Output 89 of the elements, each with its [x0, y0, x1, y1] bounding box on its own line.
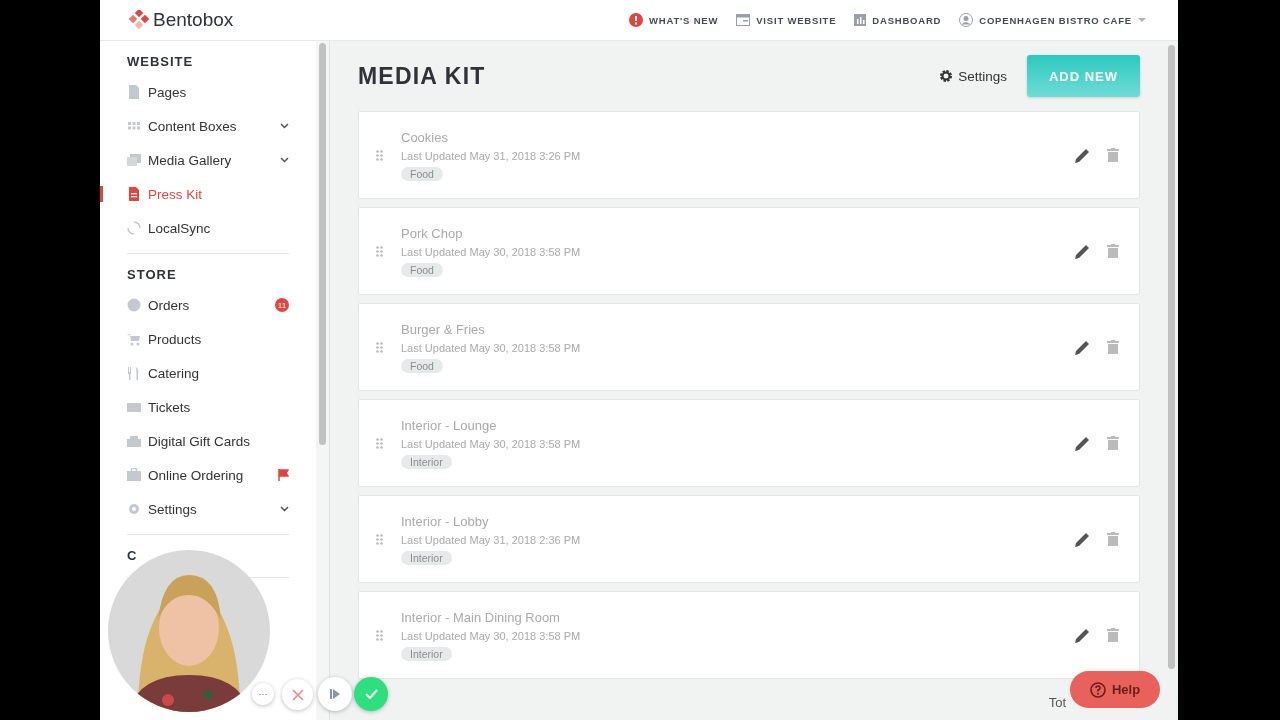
header-link[interactable]: WHAT'S NEW	[629, 13, 719, 27]
updated-date: Last Updated May 30, 2018 3:58 PM	[401, 437, 581, 450]
edit-icon[interactable]	[1075, 243, 1090, 259]
nav-icon	[127, 119, 141, 133]
category-tag: Interior	[401, 454, 452, 469]
sidebar-item[interactable]: Media Gallery	[127, 143, 289, 177]
delete-icon[interactable]	[1107, 244, 1119, 258]
nav-icon	[127, 434, 141, 448]
scrollbar-thumb[interactable]	[1168, 45, 1175, 669]
settings-link[interactable]: Settings	[939, 68, 1007, 84]
play-icon	[329, 688, 341, 700]
nav-icon	[127, 332, 141, 346]
category-tag: Interior	[401, 550, 452, 565]
sidebar-item[interactable]: Settings	[127, 492, 289, 526]
delete-icon[interactable]	[1107, 628, 1119, 642]
card-title: Pork Chop	[401, 225, 463, 241]
nav-icon	[127, 153, 141, 167]
sidebar-item[interactable]: Digital Gift Cards	[127, 424, 289, 458]
delete-icon[interactable]	[1107, 340, 1119, 354]
nav-icon	[127, 187, 141, 201]
nav-icon	[127, 85, 141, 99]
card-title: Interior - Main Dining Room	[401, 609, 560, 625]
drag-handle-icon[interactable]	[376, 437, 383, 449]
edit-icon[interactable]	[1075, 627, 1090, 643]
chevron-icon[interactable]	[280, 123, 289, 129]
settings-icon	[939, 69, 954, 83]
card-title: Interior - Lobby	[401, 513, 489, 529]
section-heading: STORE	[127, 267, 178, 282]
confirm-button[interactable]	[354, 677, 388, 711]
check-icon	[364, 689, 378, 699]
category-tag: Food	[401, 262, 443, 277]
edit-icon[interactable]	[1075, 435, 1090, 451]
close-icon	[291, 688, 304, 701]
caret-icon	[1138, 17, 1146, 23]
edit-icon[interactable]	[1075, 531, 1090, 547]
sidebar-item[interactable]: LocalSync	[127, 211, 289, 245]
drag-handle-icon[interactable]	[376, 629, 383, 641]
nav-icon	[127, 502, 141, 516]
category-tag: Interior	[401, 646, 452, 661]
updated-date: Last Updated May 30, 2018 3:58 PM	[401, 341, 581, 354]
drag-handle-icon[interactable]	[376, 533, 383, 545]
chevron-icon[interactable]	[280, 506, 289, 512]
drag-handle-icon[interactable]	[376, 149, 383, 161]
card-title: Cookies	[401, 129, 448, 145]
chevron-icon[interactable]	[280, 157, 289, 163]
scrollbar-thumb[interactable]	[319, 43, 326, 445]
nav-icon	[127, 366, 141, 380]
help-icon	[1089, 681, 1106, 698]
updated-date: Last Updated May 31, 2018 2:36 PM	[401, 533, 581, 546]
card-title: Interior - Lounge	[401, 417, 497, 433]
nav-icon	[127, 400, 141, 414]
updated-date: Last Updated May 31, 2018 3:26 PM	[401, 149, 581, 162]
delete-icon[interactable]	[1107, 148, 1119, 162]
category-tag: Food	[401, 358, 443, 373]
logo-text: Bentobox	[153, 9, 234, 31]
section-heading: WEBSITE	[127, 54, 195, 69]
nav-icon	[127, 221, 141, 235]
bar-chart-icon	[854, 14, 867, 26]
page-title: MEDIA KIT	[358, 62, 486, 90]
edit-icon[interactable]	[1075, 339, 1090, 355]
browser-icon	[736, 14, 751, 26]
header-link[interactable]: VISIT WEBSITE	[736, 13, 837, 27]
updated-date: Last Updated May 30, 2018 3:58 PM	[401, 245, 581, 258]
alert-icon	[629, 13, 644, 27]
play-button[interactable]	[318, 677, 352, 711]
sidebar-item[interactable]: Content Boxes	[127, 109, 289, 143]
delete-icon[interactable]	[1107, 436, 1119, 450]
header-link[interactable]: COPENHAGEN BISTRO CAFE	[959, 13, 1146, 27]
updated-date: Last Updated May 30, 2018 3:58 PM	[401, 629, 581, 642]
sidebar-item[interactable]: Tickets	[127, 390, 289, 424]
user-icon	[959, 13, 974, 27]
nav-icon	[127, 468, 141, 482]
delete-icon[interactable]	[1107, 532, 1119, 546]
category-tag: Food	[401, 166, 443, 181]
edit-icon[interactable]	[1075, 147, 1090, 163]
sidebar-item[interactable]: Products	[127, 322, 289, 356]
sidebar-item[interactable]: Orders 11	[127, 288, 289, 322]
drag-handle-icon[interactable]	[376, 245, 383, 257]
header-link[interactable]: DASHBOARD	[854, 13, 942, 27]
sidebar-item[interactable]: Catering	[127, 356, 289, 390]
sidebar-item[interactable]: Online Ordering	[127, 458, 289, 492]
total-label: Tot	[1048, 695, 1066, 710]
logo-icon	[128, 10, 150, 30]
card-title: Burger & Fries	[401, 321, 485, 337]
section-heading: C	[127, 548, 139, 563]
nav-icon	[127, 298, 141, 312]
sidebar-item[interactable]: Pages	[127, 75, 289, 109]
drag-handle-icon[interactable]	[376, 341, 383, 353]
count-badge: 11	[275, 298, 289, 312]
